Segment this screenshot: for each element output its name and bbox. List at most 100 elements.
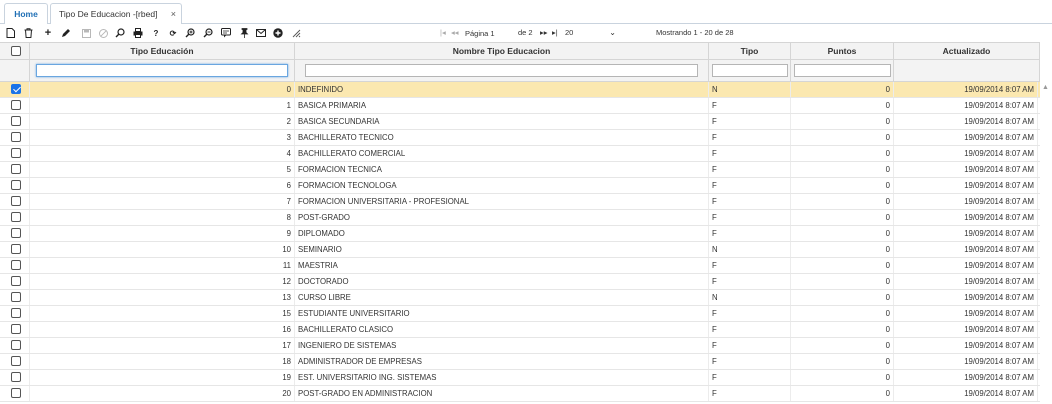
select-all-checkbox[interactable] <box>11 46 21 56</box>
header-actualizado[interactable]: Actualizado <box>894 43 1040 60</box>
filter-cell-actualizado <box>894 60 1040 81</box>
table-row[interactable]: 8 POST-GRADO F 0 19/09/2014 8:07 AM <box>0 210 1040 226</box>
scroll-up-icon[interactable]: ▲ <box>1042 84 1049 91</box>
zoom-out-icon[interactable] <box>202 27 214 39</box>
close-icon[interactable]: × <box>171 4 176 25</box>
table-row[interactable]: 12 DOCTORADO F 0 19/09/2014 8:07 AM <box>0 274 1040 290</box>
page-of-label: de 2 <box>518 28 533 37</box>
print-icon[interactable] <box>132 27 144 39</box>
header-puntos[interactable]: Puntos <box>791 43 894 60</box>
toolbar: + ? ⟳ |◂ ◂◂ de 2 ▸▸ ▸| 20 ⌄ Mos <box>0 25 1052 41</box>
table-row[interactable]: 13 CURSO LIBRE N 0 19/09/2014 8:07 AM <box>0 290 1040 306</box>
row-checkbox[interactable] <box>11 196 21 206</box>
row-checkbox[interactable] <box>11 324 21 334</box>
row-checkbox[interactable] <box>11 372 21 382</box>
cancel-icon[interactable] <box>97 27 109 39</box>
table-row[interactable]: 3 BACHILLERATO TECNICO F 0 19/09/2014 8:07 A… <box>0 130 1040 146</box>
filter-code-input[interactable] <box>36 64 288 77</box>
new-doc-icon[interactable] <box>4 27 16 39</box>
add-circle-icon[interactable] <box>272 27 284 39</box>
header-select-all[interactable] <box>0 43 30 60</box>
save-icon[interactable] <box>80 27 92 39</box>
row-checkbox[interactable] <box>11 388 21 398</box>
table-row[interactable]: 1 BASICA PRIMARIA F 0 19/09/2014 8:07 AM <box>0 98 1040 114</box>
table-row[interactable]: 20 POST-GRADO EN ADMINISTRACION F 0 19/09/20… <box>0 386 1040 402</box>
cell-puntos: 0 <box>791 114 894 129</box>
row-checkbox[interactable] <box>11 180 21 190</box>
table-row[interactable]: 11 MAESTRIA F 0 19/09/2014 8:07 AM <box>0 258 1040 274</box>
header-tipo[interactable]: Tipo <box>709 43 791 60</box>
table-row[interactable]: 17 INGENIERO DE SISTEMAS F 0 19/09/2014 8:07… <box>0 338 1040 354</box>
tab-home[interactable]: Home <box>4 3 48 24</box>
pencil-icon[interactable] <box>60 27 72 39</box>
cell-actualizado: 19/09/2014 8:07 AM <box>894 386 1038 401</box>
row-checkbox[interactable] <box>11 148 21 158</box>
table-row[interactable]: 9 DIPLOMADO F 0 19/09/2014 8:07 AM <box>0 226 1040 242</box>
cell-name: MAESTRIA <box>295 258 709 273</box>
table-row[interactable]: 18 ADMINISTRADOR DE EMPRESAS F 0 19/09/2014 … <box>0 354 1040 370</box>
row-checkbox[interactable] <box>11 116 21 126</box>
table-row[interactable]: 6 FORMACION TECNOLOGA F 0 19/09/2014 8:07 AM <box>0 178 1040 194</box>
row-checkbox-cell <box>0 178 30 193</box>
trash-icon[interactable] <box>22 27 34 39</box>
cell-name: DOCTORADO <box>295 274 709 289</box>
table-row[interactable]: 15 ESTUDIANTE UNIVERSITARIO F 0 19/09/2014 8… <box>0 306 1040 322</box>
cell-code: 9 <box>30 226 295 241</box>
cell-tipo: F <box>709 338 791 353</box>
filter-cell-code <box>30 60 295 81</box>
row-checkbox-cell <box>0 114 30 129</box>
refresh-icon[interactable]: ⟳ <box>167 27 179 39</box>
table-row[interactable]: 0 INDEFINIDO N 0 19/09/2014 8:07 AM <box>0 82 1040 98</box>
header-tipo-educacion[interactable]: Tipo Educación <box>30 43 295 60</box>
next-page-button[interactable]: ▸▸ <box>540 26 548 40</box>
cell-tipo: F <box>709 274 791 289</box>
mail-icon[interactable] <box>255 27 267 39</box>
row-checkbox[interactable] <box>11 228 21 238</box>
table-row[interactable]: 5 FORMACION TECNICA F 0 19/09/2014 8:07 AM <box>0 162 1040 178</box>
row-checkbox-cell <box>0 306 30 321</box>
row-checkbox[interactable] <box>11 212 21 222</box>
table-row[interactable]: 16 BACHILLERATO CLASICO F 0 19/09/2014 8:07 … <box>0 322 1040 338</box>
resize-icon[interactable] <box>290 27 302 39</box>
row-checkbox[interactable] <box>11 132 21 142</box>
zoom-in-icon[interactable] <box>184 27 196 39</box>
plus-icon[interactable]: + <box>42 27 54 39</box>
row-checkbox[interactable] <box>11 308 21 318</box>
table-row[interactable]: 4 BACHILLERATO COMERCIAL F 0 19/09/2014 8:07… <box>0 146 1040 162</box>
page-size-select[interactable]: 20 ⌄ <box>562 27 618 39</box>
page-number-input[interactable] <box>463 27 511 39</box>
prev-page-button[interactable]: ◂◂ <box>451 26 459 40</box>
tab-label: Tipo De Educacion -[rbed] <box>59 9 158 19</box>
comment-icon[interactable] <box>220 27 232 39</box>
search-icon[interactable] <box>114 27 126 39</box>
table-row[interactable]: 10 SEMINARIO N 0 19/09/2014 8:07 AM <box>0 242 1040 258</box>
help-icon[interactable]: ? <box>150 27 162 39</box>
filter-name-input[interactable] <box>305 64 698 77</box>
cell-code: 18 <box>30 354 295 369</box>
row-checkbox[interactable] <box>11 100 21 110</box>
row-checkbox[interactable] <box>11 356 21 366</box>
cell-puntos: 0 <box>791 194 894 209</box>
row-checkbox[interactable] <box>11 164 21 174</box>
cell-actualizado: 19/09/2014 8:07 AM <box>894 370 1038 385</box>
filter-tipo-input[interactable] <box>712 64 788 77</box>
last-page-button[interactable]: ▸| <box>552 26 558 40</box>
cell-name: BACHILLERATO TECNICO <box>295 130 709 145</box>
table-row[interactable]: 7 FORMACION UNIVERSITARIA - PROFESIONAL F 0… <box>0 194 1040 210</box>
table-row[interactable]: 2 BASICA SECUNDARIA F 0 19/09/2014 8:07 AM <box>0 114 1040 130</box>
tab-tipo-educacion[interactable]: Tipo De Educacion -[rbed] × <box>50 3 182 24</box>
header-nombre[interactable]: Nombre Tipo Educacion <box>295 43 709 60</box>
cell-puntos: 0 <box>791 354 894 369</box>
row-checkbox[interactable] <box>11 244 21 254</box>
row-checkbox-cell <box>0 242 30 257</box>
table-row[interactable]: 19 EST. UNIVERSITARIO ING. SISTEMAS F 0 19/0… <box>0 370 1040 386</box>
row-checkbox[interactable] <box>11 276 21 286</box>
row-checkbox[interactable] <box>11 84 21 94</box>
row-checkbox[interactable] <box>11 340 21 350</box>
pin-icon[interactable] <box>238 27 250 39</box>
first-page-button[interactable]: |◂ <box>440 26 446 40</box>
vertical-scrollbar[interactable]: ▲ <box>1040 82 1052 404</box>
filter-puntos-input[interactable] <box>794 64 891 77</box>
row-checkbox[interactable] <box>11 292 21 302</box>
row-checkbox[interactable] <box>11 260 21 270</box>
